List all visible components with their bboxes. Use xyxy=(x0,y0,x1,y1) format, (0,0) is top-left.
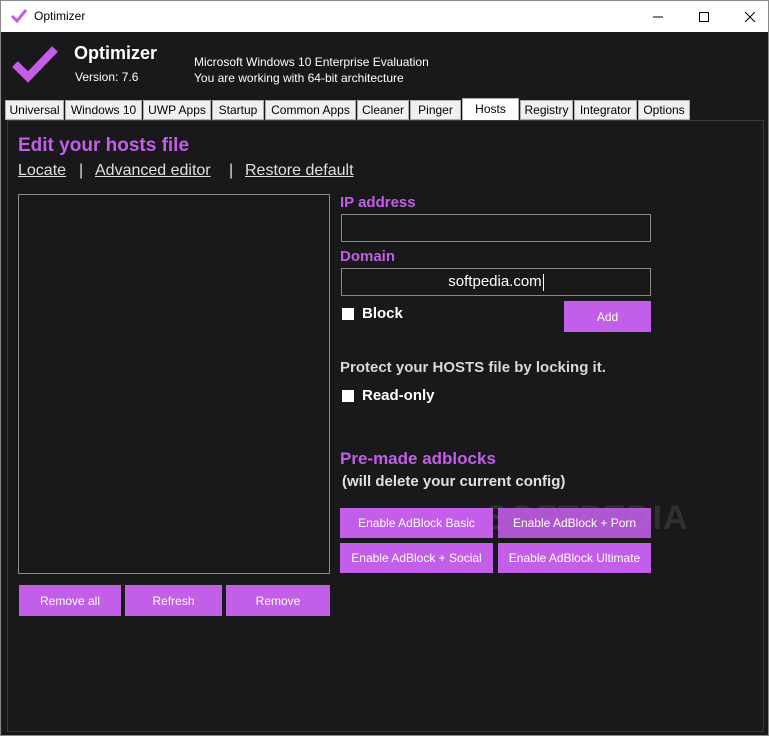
tab-options[interactable]: Options xyxy=(638,100,690,120)
adblocks-title: Pre-made adblocks xyxy=(340,449,496,468)
adblocks-subtitle: (will delete your current config) xyxy=(342,473,566,490)
tab-hosts[interactable]: Hosts xyxy=(462,98,519,120)
tab-universal[interactable]: Universal xyxy=(5,100,64,120)
optimizer-window: Optimizer Optimizer Version: 7.6 Microso… xyxy=(0,0,769,736)
remove-all-button[interactable]: Remove all xyxy=(19,585,121,616)
protect-text: Protect your HOSTS file by locking it. xyxy=(340,359,606,376)
tab-pinger[interactable]: Pinger xyxy=(410,100,461,120)
tab-startup[interactable]: Startup xyxy=(212,100,264,120)
app-check-icon xyxy=(10,9,28,24)
domain-input[interactable]: softpedia.com xyxy=(341,268,651,296)
link-separator: | xyxy=(229,162,234,179)
tab-uwp-apps[interactable]: UWP Apps xyxy=(143,100,211,120)
title-bar: Optimizer xyxy=(1,1,768,32)
arch-info: You are working with 64-bit architecture xyxy=(194,71,404,85)
window-title: Optimizer xyxy=(34,9,86,23)
ip-address-input[interactable] xyxy=(341,214,651,242)
text-caret xyxy=(542,273,544,291)
tab-integrator[interactable]: Integrator xyxy=(574,100,637,120)
locate-link[interactable]: Locate xyxy=(18,162,66,180)
tab-registry[interactable]: Registry xyxy=(520,100,573,120)
readonly-checkbox-row[interactable]: Read-only xyxy=(342,387,435,404)
minimize-icon xyxy=(653,16,663,17)
close-icon xyxy=(745,11,755,22)
app-header: Optimizer Version: 7.6 Microsoft Windows… xyxy=(1,32,768,98)
readonly-checkbox[interactable] xyxy=(342,389,354,402)
logo-check-icon xyxy=(12,46,58,83)
restore-default-link[interactable]: Restore default xyxy=(245,162,354,180)
tab-strip: Universal Windows 10 UWP Apps Startup Co… xyxy=(1,98,768,120)
readonly-label: Read-only xyxy=(362,387,435,404)
os-info: Microsoft Windows 10 Enterprise Evaluati… xyxy=(194,55,429,69)
tab-windows-10[interactable]: Windows 10 xyxy=(65,100,142,120)
app-version: Version: 7.6 xyxy=(75,70,139,84)
add-button[interactable]: Add xyxy=(564,301,651,332)
domain-label: Domain xyxy=(340,248,396,265)
hosts-title: Edit your hosts file xyxy=(18,135,190,156)
maximize-icon xyxy=(699,11,709,22)
block-checkbox[interactable] xyxy=(342,307,354,320)
hosts-entries-list[interactable] xyxy=(18,194,330,574)
link-separator: | xyxy=(79,162,84,179)
adblock-basic-button[interactable]: Enable AdBlock Basic xyxy=(340,508,493,538)
ip-address-label: IP address xyxy=(340,194,416,211)
app-name: Optimizer xyxy=(74,43,158,63)
adblock-social-button[interactable]: Enable AdBlock + Social xyxy=(340,543,493,573)
adblock-porn-button[interactable]: Enable AdBlock + Porn xyxy=(498,508,651,538)
tab-cleaner[interactable]: Cleaner xyxy=(357,100,409,120)
close-button[interactable] xyxy=(727,1,769,32)
adblock-ultimate-button[interactable]: Enable AdBlock Ultimate xyxy=(498,543,651,573)
tab-common-apps[interactable]: Common Apps xyxy=(265,100,356,120)
remove-button[interactable]: Remove xyxy=(226,585,330,616)
maximize-button[interactable] xyxy=(681,1,727,32)
minimize-button[interactable] xyxy=(635,1,681,32)
block-label: Block xyxy=(362,305,403,322)
domain-input-value: softpedia.com xyxy=(448,273,542,290)
block-checkbox-row[interactable]: Block xyxy=(342,305,403,322)
advanced-editor-link[interactable]: Advanced editor xyxy=(95,162,211,180)
refresh-button[interactable]: Refresh xyxy=(125,585,222,616)
